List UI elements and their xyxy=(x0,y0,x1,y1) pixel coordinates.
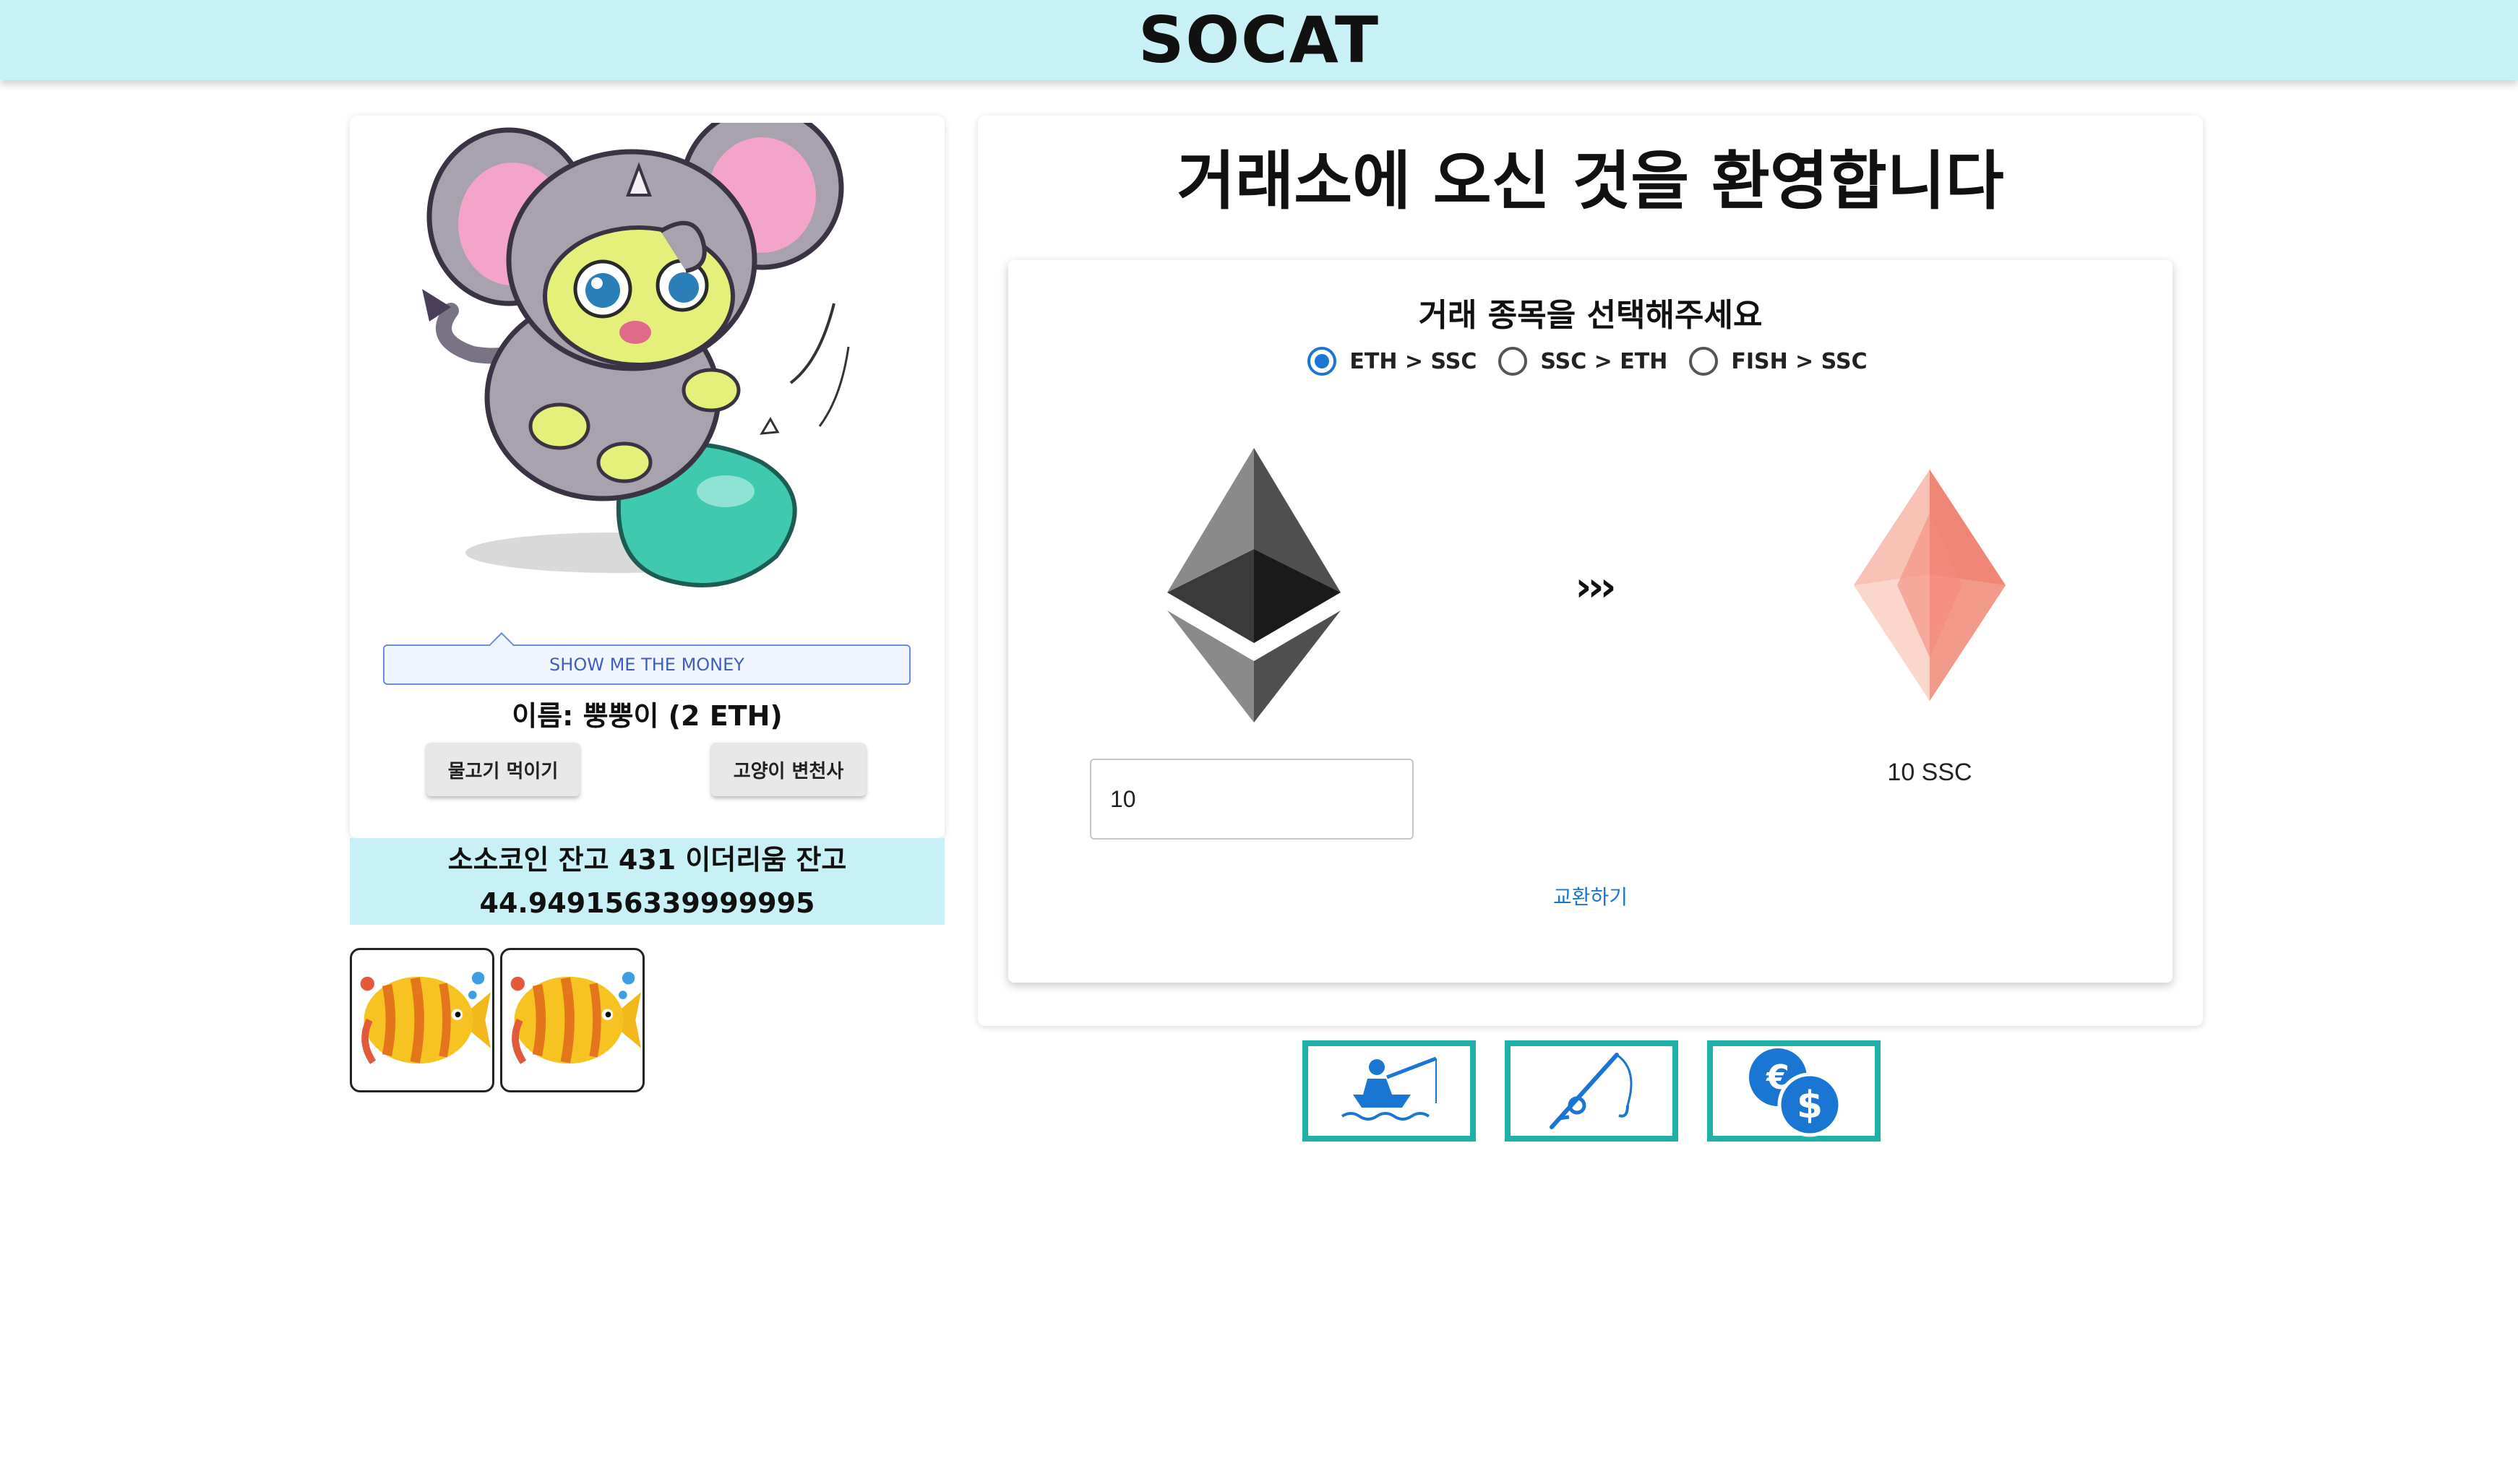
fish-item[interactable] xyxy=(500,948,645,1092)
balance-line-1: 소소코인 잔고 431 이더리움 잔고 xyxy=(447,844,847,876)
fish-icon xyxy=(510,972,642,1064)
radio-eth-ssc[interactable]: ETH > SSC xyxy=(1307,347,1477,376)
fishing-rod-icon xyxy=(1550,1053,1633,1129)
select-pair-title: 거래 종목을 선택해주세요 xyxy=(1418,297,1763,334)
cat-name: 이름: 뿡뿡이 (2 ETH) xyxy=(512,700,783,732)
currency-exchange-icon: € $ xyxy=(1749,1048,1842,1137)
output-amount: 10 SSC xyxy=(1887,759,1972,786)
cat-card: SHOW ME THE MONEY 이름: 뿡뿡이 (2 ETH) 물고기 먹이… xyxy=(350,116,945,838)
ethereum-logo-icon xyxy=(1167,448,1341,722)
pair-radio-group: ETH > SSC SSC > ETH FISH > SSC xyxy=(1008,347,2173,376)
radio-button[interactable] xyxy=(1689,347,1719,376)
radio-ssc-eth[interactable]: SSC > ETH xyxy=(1498,347,1667,376)
swap-button[interactable]: 교환하기 xyxy=(1008,881,2173,910)
show-me-the-money-button[interactable]: SHOW ME THE MONEY xyxy=(383,644,911,685)
radio-fish-ssc[interactable]: FISH > SSC xyxy=(1689,347,1868,376)
radio-label: SSC > ETH xyxy=(1540,348,1668,374)
svg-text:$: $ xyxy=(1797,1084,1823,1127)
fishing-boat-icon xyxy=(1341,1056,1437,1121)
amount-input[interactable] xyxy=(1090,759,1414,840)
show-me-the-money-label: SHOW ME THE MONEY xyxy=(549,655,744,675)
app-header: SOCAT xyxy=(0,0,2518,80)
exchange-card: 거래 종목을 선택해주세요 ETH > SSC SSC > ETH FISH >… xyxy=(1008,260,2173,983)
ssc-coin-logo-icon xyxy=(1854,470,2006,701)
balance-panel: 소소코인 잔고 431 이더리움 잔고 44.949156339999995 xyxy=(350,838,945,925)
currency-exchange-button[interactable]: € $ xyxy=(1707,1040,1881,1142)
fish-icon xyxy=(360,972,491,1064)
cat-history-button[interactable]: 고양이 변천사 xyxy=(711,743,866,796)
welcome-title: 거래소에 오신 것을 환영합니다 xyxy=(1177,144,2004,218)
exchange-panel: 거래소에 오신 것을 환영합니다 거래 종목을 선택해주세요 ETH > SSC… xyxy=(978,116,2203,1026)
fishing-rod-button[interactable] xyxy=(1505,1040,1678,1142)
radio-button-selected[interactable] xyxy=(1307,347,1337,376)
fishing-button[interactable] xyxy=(1302,1040,1476,1142)
feed-fish-button[interactable]: 물고기 먹이기 xyxy=(426,743,580,796)
app-title: SOCAT xyxy=(1138,3,1380,77)
convert-arrows: ››› xyxy=(1575,564,1616,611)
radio-label: ETH > SSC xyxy=(1349,348,1477,374)
fish-item[interactable] xyxy=(350,948,494,1092)
radio-label: FISH > SSC xyxy=(1731,348,1868,374)
balance-line-2: 44.949156339999995 xyxy=(479,887,815,919)
cat-image xyxy=(422,123,850,587)
radio-button[interactable] xyxy=(1498,347,1528,376)
